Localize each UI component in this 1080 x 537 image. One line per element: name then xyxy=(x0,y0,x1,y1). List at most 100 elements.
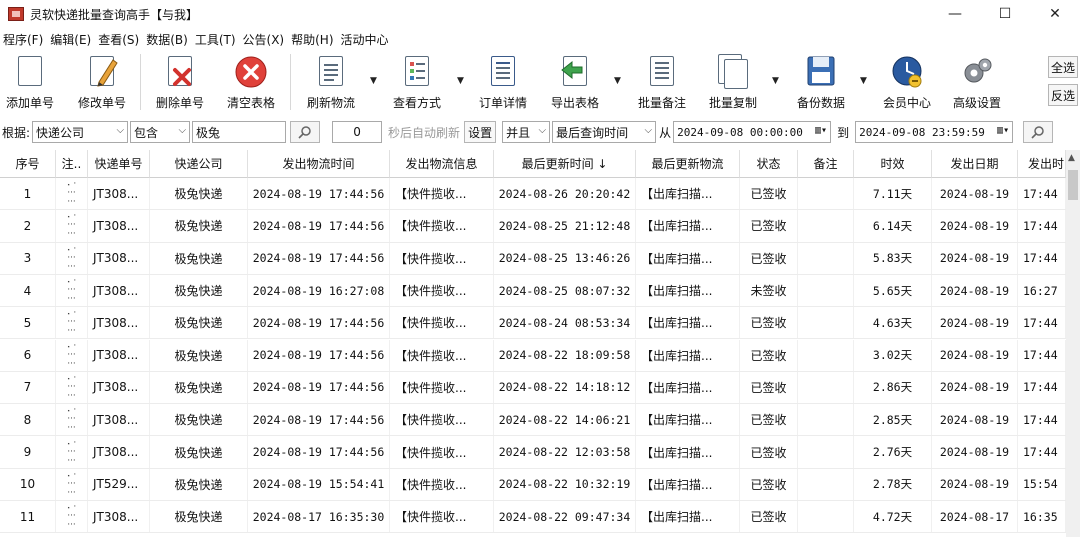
col-header-send-date[interactable]: 发出日期 xyxy=(932,150,1018,178)
menu-announcement[interactable]: 公告(X) xyxy=(240,31,288,48)
order-detail-label: 订单详情 xyxy=(478,96,527,110)
filter-value-input[interactable]: 极兔 xyxy=(192,121,287,143)
menu-data[interactable]: 数据(B) xyxy=(143,31,191,48)
cell-index: 9 xyxy=(0,436,56,468)
refresh-logistics-button[interactable]: 刷新物流 xyxy=(304,54,358,114)
cell-remark xyxy=(798,501,854,533)
export-dropdown-chevron-icon[interactable]: ▼ xyxy=(614,76,621,86)
col-header-send-clock[interactable]: 发出时 xyxy=(1018,150,1066,178)
calendar-icon[interactable]: ▥▾ xyxy=(997,125,1009,136)
logic-value: 并且 xyxy=(506,125,531,140)
col-header-tracking-no[interactable]: 快递单号 xyxy=(88,150,150,178)
col-header-send-time[interactable]: 发出物流时间 xyxy=(248,150,390,178)
date-from-picker[interactable]: 2024-09-08 00:00:00 ▥▾ xyxy=(673,121,832,143)
export-table-button[interactable]: 导出表格 xyxy=(546,54,604,114)
batch-note-button[interactable]: 批量备注 xyxy=(634,54,690,114)
menu-activity-center[interactable]: 活动中心 xyxy=(338,31,392,48)
cell-index: 11 xyxy=(0,501,56,533)
menu-view[interactable]: 查看(S) xyxy=(95,31,142,48)
view-mode-button[interactable]: 查看方式 xyxy=(390,54,444,114)
backup-dropdown-chevron-icon[interactable]: ▼ xyxy=(860,76,867,86)
add-order-button[interactable]: 添加单号 xyxy=(4,54,56,114)
refresh-dropdown-chevron-icon[interactable]: ▼ xyxy=(370,76,377,86)
table-row[interactable]: 4 ⠄· ··· ··· JT308... 极兔快递 2024-08-19 16:27:08… xyxy=(0,274,1066,308)
minimize-button[interactable]: — xyxy=(930,0,980,28)
cell-duration: 5.83天 xyxy=(854,242,932,274)
cell-send-clock: 17:44 xyxy=(1018,178,1066,210)
close-button[interactable]: ✕ xyxy=(1030,0,1080,28)
menu-edit[interactable]: 编辑(E) xyxy=(47,31,94,48)
col-header-last-update-time[interactable]: 最后更新时间 ↓ xyxy=(494,150,636,178)
cell-tracking-no: JT529... xyxy=(88,468,150,500)
table-row[interactable]: 11 ⠄· ··· ··· JT308... 极兔快递 2024-08-17 16:35:3… xyxy=(0,501,1066,534)
cell-last-update-time: 2024-08-25 13:46:26 xyxy=(494,242,636,274)
table-row[interactable]: 1 ⠄· ··· ··· JT308... 极兔快递 2024-08-19 17:44:56… xyxy=(0,178,1066,211)
view-dropdown-chevron-icon[interactable]: ▼ xyxy=(457,76,464,86)
col-header-index[interactable]: 序号 xyxy=(0,150,56,178)
refresh-seconds-input[interactable]: 0 xyxy=(332,121,383,143)
advanced-settings-button[interactable]: 高级设置 xyxy=(948,54,1006,114)
table-row[interactable]: 3 ⠄· ··· ··· JT308... 极兔快递 2024-08-19 17:44:56… xyxy=(0,242,1066,275)
cell-remark xyxy=(798,178,854,210)
table-row[interactable]: 6 ⠄· ··· ··· JT308... 极兔快递 2024-08-19 17:44:56… xyxy=(0,339,1066,372)
batch-copy-button[interactable]: 批量复制 xyxy=(704,54,762,114)
cell-index: 3 xyxy=(0,242,56,274)
cell-last-update-time: 2024-08-26 20:20:42 xyxy=(494,178,636,210)
cell-remark xyxy=(798,242,854,274)
menu-help[interactable]: 帮助(H) xyxy=(288,31,336,48)
search-button[interactable] xyxy=(290,121,321,143)
table-row[interactable]: 2 ⠄· ··· ··· JT308... 极兔快递 2024-08-19 17:44:56… xyxy=(0,210,1066,243)
col-header-status[interactable]: 状态 xyxy=(740,150,798,178)
table-row[interactable]: 10 ⠄· ··· ··· JT529... 极兔快递 2024-08-19 15:54:4… xyxy=(0,468,1066,501)
member-center-button[interactable]: 会员中心 xyxy=(878,54,936,114)
col-header-send-info[interactable]: 发出物流信息 xyxy=(390,150,494,178)
date-search-button[interactable] xyxy=(1023,121,1054,143)
select-all-button[interactable]: 全选 xyxy=(1048,56,1078,78)
app-logo-icon xyxy=(8,7,24,21)
col-header-courier[interactable]: 快递公司 xyxy=(150,150,248,178)
col-header-remark[interactable]: 备注 xyxy=(798,150,854,178)
col-header-note-short[interactable]: 注.. xyxy=(56,150,88,178)
cell-last-update-time: 2024-08-22 18:09:58 xyxy=(494,339,636,371)
backup-data-button[interactable]: 备份数据 xyxy=(792,54,850,114)
time-field-select[interactable]: 最后查询时间 ⌵ xyxy=(552,121,657,143)
cell-note-short: ⠄· ··· ··· xyxy=(56,501,88,533)
cell-remark xyxy=(798,210,854,242)
delete-order-button[interactable]: 删除单号 xyxy=(154,54,206,114)
filter-field-select[interactable]: 快递公司 ⌵ xyxy=(32,121,129,143)
cell-duration: 4.63天 xyxy=(854,307,932,339)
clock-globe-icon xyxy=(890,54,924,90)
col-header-last-update-info[interactable]: 最后更新物流 xyxy=(636,150,740,178)
edit-order-button[interactable]: 修改单号 xyxy=(76,54,128,114)
maximize-button[interactable]: ☐ xyxy=(980,0,1030,28)
calendar-icon[interactable]: ▥▾ xyxy=(815,125,827,136)
cell-note-short: ⠄· ··· ··· xyxy=(56,210,88,242)
table-row[interactable]: 9 ⠄· ··· ··· JT308... 极兔快递 2024-08-19 17:44:56… xyxy=(0,436,1066,469)
menu-tools[interactable]: 工具(T) xyxy=(192,31,239,48)
cell-send-date: 2024-08-19 xyxy=(932,468,1018,500)
scrollbar-thumb[interactable] xyxy=(1068,170,1078,200)
filter-operator-select[interactable]: 包含 ⌵ xyxy=(130,121,191,143)
detail-document-icon xyxy=(486,54,520,90)
date-to-picker[interactable]: 2024-09-08 23:59:59 ▥▾ xyxy=(855,121,1014,143)
order-detail-button[interactable]: 订单详情 xyxy=(476,54,530,114)
table-row[interactable]: 5 ⠄· ··· ··· JT308... 极兔快递 2024-08-19 17:44:56… xyxy=(0,307,1066,340)
view-mode-label: 查看方式 xyxy=(392,96,441,110)
settings-button[interactable]: 设置 xyxy=(464,121,497,143)
col-header-duration[interactable]: 时效 xyxy=(854,150,932,178)
vertical-scrollbar[interactable]: ▲ xyxy=(1066,150,1080,537)
cell-send-info: 【快件揽收... xyxy=(390,307,494,339)
cell-send-time: 2024-08-19 15:54:41 xyxy=(248,468,390,500)
menu-program[interactable]: 程序(F) xyxy=(0,31,46,48)
scroll-up-icon[interactable]: ▲ xyxy=(1068,153,1075,163)
cell-remark xyxy=(798,274,854,307)
invert-selection-button[interactable]: 反选 xyxy=(1048,84,1078,106)
logic-select[interactable]: 并且 ⌵ xyxy=(502,121,551,143)
copy-dropdown-chevron-icon[interactable]: ▼ xyxy=(772,76,779,86)
results-table: 序号 注.. 快递单号 快递公司 发出物流时间 发出物流信息 最后更新时间 ↓ … xyxy=(0,150,1066,537)
clear-table-button[interactable]: 清空表格 xyxy=(224,54,278,114)
backup-data-label: 备份数据 xyxy=(796,96,845,110)
table-row[interactable]: 8 ⠄· ··· ··· JT308... 极兔快递 2024-08-19 17:44:56… xyxy=(0,404,1066,437)
table-row[interactable]: 7 ⠄· ··· ··· JT308... 极兔快递 2024-08-19 17:44:56… xyxy=(0,371,1066,405)
cell-last-update-time: 2024-08-22 09:47:34 xyxy=(494,501,636,533)
